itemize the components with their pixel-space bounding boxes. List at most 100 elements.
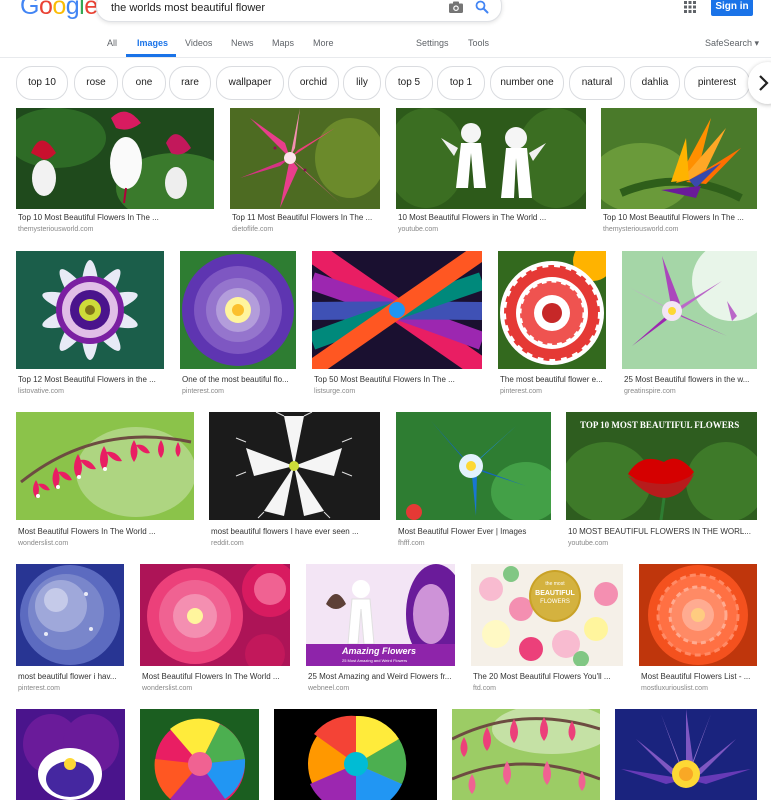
image-thumbnail[interactable] — [16, 564, 124, 666]
image-thumbnail[interactable] — [615, 709, 757, 800]
result-title[interactable]: 25 Most Beautiful flowers in the w... — [624, 375, 757, 384]
tab-settings[interactable]: Settings — [416, 38, 449, 48]
header-divider — [0, 57, 771, 58]
search-input[interactable]: the worlds most beautiful flower — [111, 2, 265, 14]
safesearch-toggle[interactable]: SafeSearch ▾ — [705, 38, 759, 49]
badge-line: the most — [545, 581, 565, 587]
tab-videos[interactable]: Videos — [185, 38, 212, 48]
chip[interactable]: one — [122, 66, 166, 100]
chip[interactable]: natural — [569, 66, 625, 100]
result-title[interactable]: Top 10 Most Beautiful Flowers In The ... — [603, 213, 757, 222]
chip[interactable]: rose — [74, 66, 118, 100]
tab-news[interactable]: News — [231, 38, 254, 48]
image-thumbnail[interactable] — [16, 412, 194, 520]
tab-maps[interactable]: Maps — [272, 38, 294, 48]
image-thumbnail[interactable] — [16, 108, 214, 209]
result-source: pinterest.com — [182, 388, 225, 395]
result-source: pinterest.com — [500, 388, 543, 395]
chips-next-button[interactable] — [748, 62, 771, 104]
result-title[interactable]: most beautiful flowers I have ever seen … — [211, 527, 380, 536]
image-thumbnail[interactable] — [396, 412, 551, 520]
result-title[interactable]: Top 11 Most Beautiful Flowers In The ... — [232, 213, 380, 222]
chip[interactable]: wallpaper — [216, 66, 284, 100]
result-source: youtube.com — [398, 226, 439, 233]
image-thumbnail[interactable] — [622, 251, 757, 369]
result-source: webneel.com — [308, 685, 350, 692]
image-thumbnail[interactable] — [180, 251, 296, 369]
thumbnail-badge-text: the most BEAUTIFUL FLOWERS — [531, 580, 579, 607]
search-icon[interactable] — [475, 0, 489, 14]
result-source: mostluxuriouslist.com — [641, 685, 708, 692]
image-thumbnail[interactable] — [274, 709, 437, 800]
search-box[interactable]: the worlds most beautiful flower — [96, 0, 502, 22]
result-source: themysteriousworld.com — [18, 226, 94, 233]
result-source: wonderslist.com — [18, 540, 69, 547]
google-logo[interactable]: Google — [20, 0, 98, 21]
apps-grid-icon[interactable] — [684, 1, 696, 13]
chip[interactable]: dahlia — [630, 66, 680, 100]
image-thumbnail[interactable] — [209, 412, 380, 520]
badge-line: BEAUTIFUL — [535, 590, 575, 597]
camera-icon[interactable] — [449, 1, 463, 13]
thumbnail-overlay-title: Amazing Flowers — [342, 646, 417, 656]
result-source: youtube.com — [568, 540, 609, 547]
image-thumbnail[interactable] — [230, 108, 380, 209]
result-title[interactable]: The 20 Most Beautiful Flowers You'll ... — [473, 672, 623, 681]
chip[interactable]: rare — [169, 66, 211, 100]
chip[interactable]: number one — [490, 66, 564, 100]
image-thumbnail[interactable] — [312, 251, 482, 369]
tab-images[interactable]: Images — [137, 38, 168, 48]
image-thumbnail[interactable] — [140, 564, 290, 666]
image-thumbnail[interactable] — [396, 108, 586, 209]
image-thumbnail[interactable] — [452, 709, 600, 800]
chip[interactable]: pinterest — [684, 66, 750, 100]
result-source: dietoflife.com — [232, 226, 274, 233]
result-source: themysteriousworld.com — [603, 226, 679, 233]
result-title[interactable]: 10 Most Beautiful Flowers in The World .… — [398, 213, 586, 222]
result-title[interactable]: The most beautiful flower e... — [500, 375, 606, 384]
result-source: greatinspire.com — [624, 388, 676, 395]
image-thumbnail[interactable]: Amazing Flowers 25 Most Amazing and Weir… — [306, 564, 455, 666]
image-thumbnail[interactable] — [601, 108, 757, 209]
tab-all[interactable]: All — [107, 38, 117, 48]
result-title[interactable]: most beautiful flower i hav... — [18, 672, 124, 681]
result-title[interactable]: Top 50 Most Beautiful Flowers In The ... — [314, 375, 482, 384]
image-thumbnail[interactable]: TOP 10 MOST BEAUTIFUL FLOWERS — [566, 412, 757, 520]
result-source: reddit.com — [211, 540, 244, 547]
tab-more[interactable]: More — [313, 38, 334, 48]
result-source: pinterest.com — [18, 685, 61, 692]
result-title[interactable]: 10 MOST BEAUTIFUL FLOWERS IN THE WORL... — [568, 527, 757, 536]
result-title[interactable]: Top 12 Most Beautiful Flowers in the ... — [18, 375, 164, 384]
result-source: listovative.com — [18, 388, 64, 395]
logo-letter: o — [38, 0, 53, 20]
image-thumbnail[interactable] — [498, 251, 606, 369]
image-thumbnail[interactable] — [639, 564, 757, 666]
result-title[interactable]: Most Beautiful Flowers List - ... — [641, 672, 757, 681]
badge-line: FLOWERS — [540, 599, 570, 605]
thumbnail-overlay-subtitle: 25 Most Amazing and Weird Flowers — [342, 658, 408, 663]
chip[interactable]: orchid — [288, 66, 339, 100]
result-source: listsurge.com — [314, 388, 356, 395]
logo-letter: o — [52, 0, 66, 20]
thumbnail-banner-text: TOP 10 MOST BEAUTIFUL FLOWERS — [580, 420, 740, 430]
result-title[interactable]: Most Beautiful Flowers In The World ... — [142, 672, 290, 681]
logo-letter: g — [65, 0, 80, 20]
chip[interactable]: lily — [343, 66, 381, 100]
chip[interactable]: top 1 — [437, 66, 485, 100]
result-title[interactable]: Most Beautiful Flowers In The World ... — [18, 527, 194, 536]
tab-tools[interactable]: Tools — [468, 38, 489, 48]
sign-in-button[interactable]: Sign in — [711, 0, 753, 16]
result-source: wonderslist.com — [142, 685, 193, 692]
image-thumbnail[interactable] — [140, 709, 259, 800]
image-thumbnail[interactable]: the most BEAUTIFUL FLOWERS — [471, 564, 623, 666]
result-source: ftd.com — [473, 685, 496, 692]
result-source: fhfff.com — [398, 540, 425, 547]
result-title[interactable]: 25 Most Amazing and Weird Flowers fr... — [308, 672, 455, 681]
result-title[interactable]: One of the most beautiful flo... — [182, 375, 296, 384]
chip[interactable]: top 5 — [385, 66, 433, 100]
result-title[interactable]: Top 10 Most Beautiful Flowers In The ... — [18, 213, 214, 222]
image-thumbnail[interactable] — [16, 251, 164, 369]
result-title[interactable]: Most Beautiful Flower Ever | Images — [398, 527, 551, 536]
image-thumbnail[interactable] — [16, 709, 125, 800]
chip[interactable]: top 10 — [16, 66, 68, 100]
